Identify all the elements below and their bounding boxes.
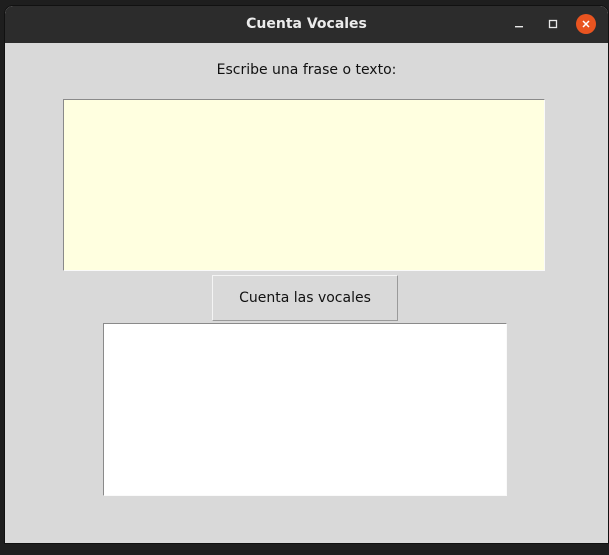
text-input[interactable]: [63, 99, 545, 271]
minimize-button[interactable]: [509, 14, 529, 34]
close-button[interactable]: [576, 14, 596, 34]
maximize-icon: [548, 19, 558, 29]
maximize-button[interactable]: [543, 14, 563, 34]
title-bar[interactable]: Cuenta Vocales: [5, 6, 608, 43]
result-output[interactable]: [103, 323, 507, 496]
minimize-icon: [515, 26, 523, 28]
prompt-label: Escribe una frase o texto:: [216, 62, 397, 78]
close-icon: [582, 20, 590, 28]
count-vowels-button[interactable]: Cuenta las vocales: [212, 275, 398, 321]
app-window: Cuenta Vocales Escribe una frase o texto…: [5, 6, 608, 543]
